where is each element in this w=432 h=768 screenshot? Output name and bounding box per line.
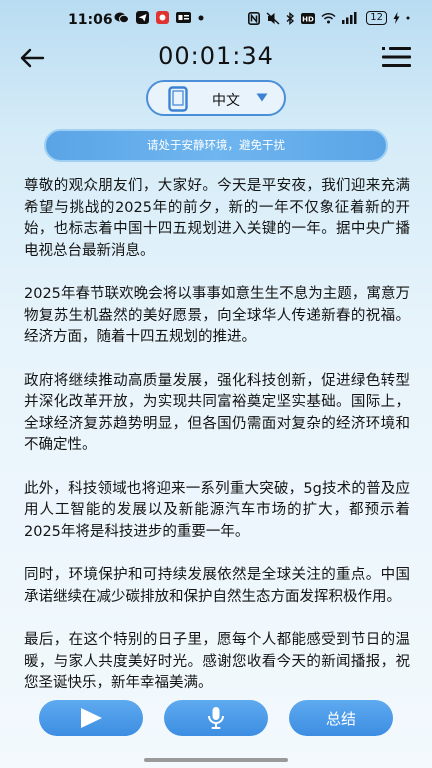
language-selector[interactable]: 中文 (146, 80, 286, 116)
paragraph: 最后，在这个特别的日子里，愿每个人都能感受到节日的温暖，与家人共度美好时光。感谢… (24, 632, 410, 691)
header: 00:01:34 (0, 38, 432, 78)
dot-icon (198, 15, 204, 20)
play-button[interactable] (39, 700, 143, 736)
news-app-icon (176, 12, 191, 23)
menu-button[interactable] (380, 44, 414, 72)
microphone-icon (208, 707, 224, 729)
charging-icon (393, 12, 400, 24)
chat-app-icon (114, 12, 129, 24)
signal-icon (342, 12, 357, 24)
nfc-icon (248, 11, 261, 25)
paragraph: 政府将继续推动高质量发展，强化科技创新，促进绿色转型并深化改革开放，为实现共同富… (24, 372, 410, 454)
home-indicator[interactable] (144, 758, 288, 762)
send-app-icon (136, 11, 149, 24)
status-time: 11:06 (68, 12, 113, 28)
language-label: 中文 (212, 93, 240, 109)
bluetooth-icon (286, 11, 295, 25)
summary-button[interactable]: 总结 (289, 700, 393, 736)
red-app-icon (156, 11, 169, 24)
paragraph: 此外，科技领域也将迎来一系列重大突破，5g技术的普及应用人工智能的发展以及新能源… (24, 480, 410, 540)
summary-label: 总结 (325, 709, 356, 728)
phone-icon (168, 86, 188, 112)
record-button[interactable] (164, 700, 268, 736)
paragraph: 尊敬的观众朋友们，大家好。今天是平安夜，我们迎来充满希望与挑战的2025年的前夕… (24, 178, 410, 259)
wifi-icon (321, 12, 336, 24)
mute-icon (266, 11, 280, 25)
paragraph: 2025年春节联欢晚会将以事事如意生生不息为主题，寓意万物复苏生机盎然的美好愿景… (24, 286, 410, 345)
quiet-environment-notice: 请处于安静环境，避免干扰 (44, 129, 388, 162)
hd-icon: HD (301, 12, 316, 24)
status-bar: 11:06 HD 12 (0, 0, 432, 38)
list-menu-icon (382, 47, 411, 67)
svg-text:HD: HD (302, 15, 314, 23)
paragraph: 同时，环境保护和可持续发展依然是全球关注的重点。中国承诺继续在减少碳排放和保护自… (24, 567, 410, 605)
elapsed-timer: 00:01:34 (158, 42, 274, 70)
dot-icon (406, 16, 410, 20)
caret-down-icon (256, 93, 268, 102)
notification-icons (114, 11, 204, 24)
play-icon (81, 708, 102, 728)
transcript-text: 尊敬的观众朋友们，大家好。今天是平安夜，我们迎来充满希望与挑战的2025年的前夕… (24, 176, 410, 717)
battery-level: 12 (366, 11, 387, 25)
system-icons: HD 12 (248, 11, 410, 25)
